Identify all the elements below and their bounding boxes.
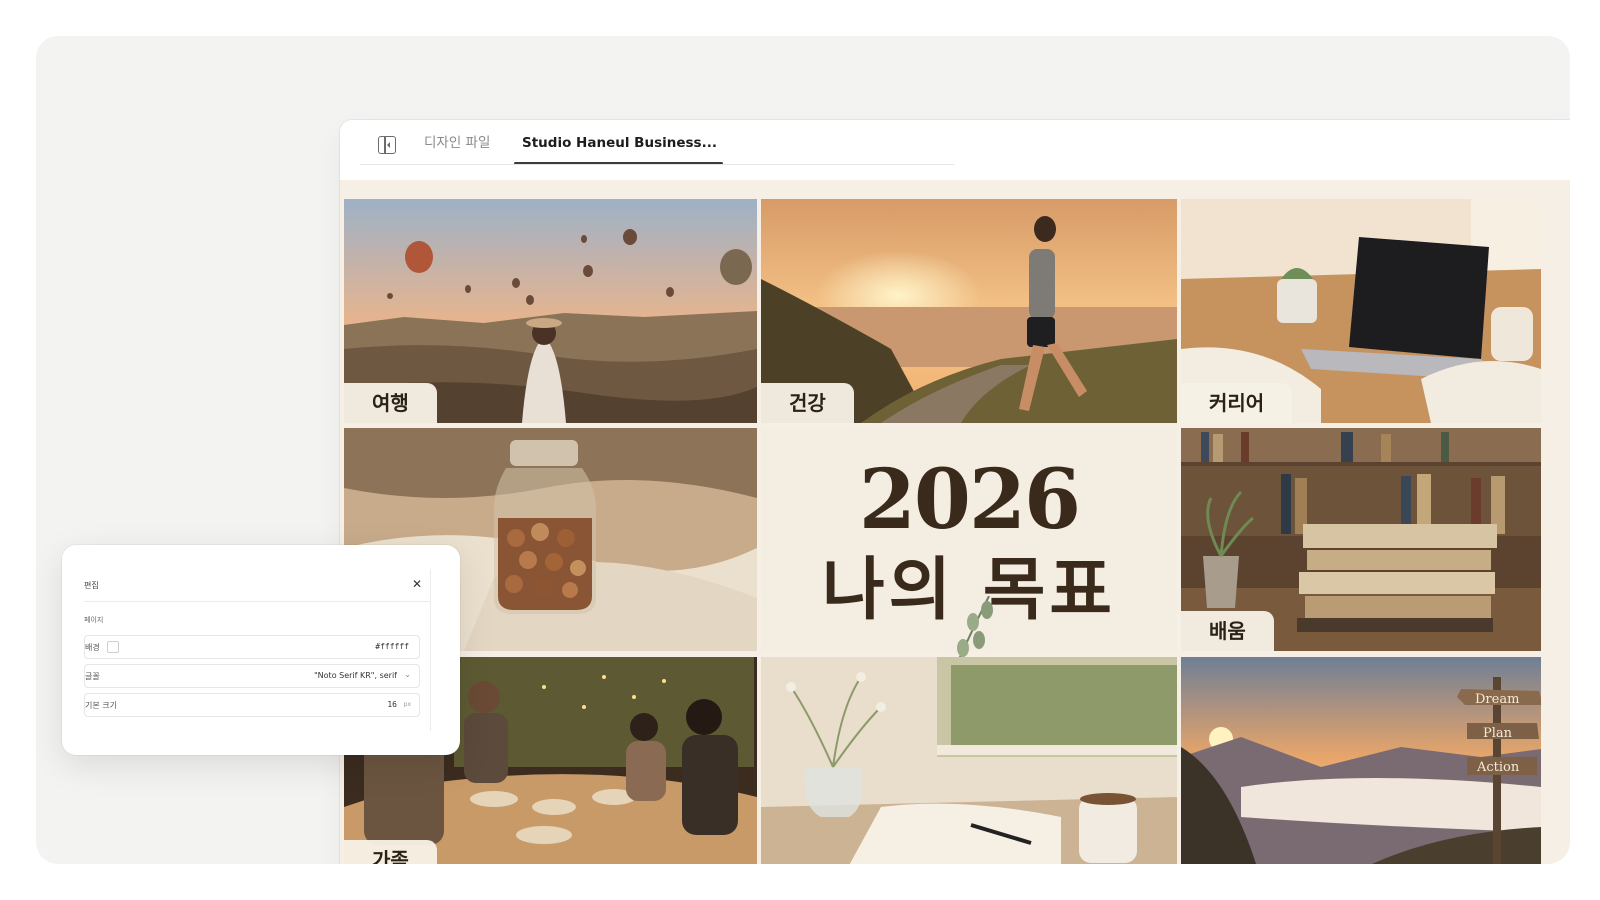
tab-bar-divider (360, 164, 954, 165)
tile-label-family: 가족 (344, 840, 437, 864)
close-icon[interactable]: ✕ (412, 577, 422, 591)
tab-active-document[interactable]: Studio Haneul Business... (522, 134, 717, 152)
tile-vision[interactable]: Dream Plan Action (1181, 657, 1541, 864)
font-label: 글꼴 (85, 672, 100, 681)
tile-label-learning: 배움 (1181, 611, 1274, 651)
base-size-field[interactable]: 기본 크기 16 px (84, 693, 420, 717)
editor-window: 디자인 파일 Studio Haneul Business... 여행 건강 커… (340, 120, 1570, 864)
background-color-field[interactable]: 배경 #ffffff (84, 635, 420, 659)
signpost-plan: Plan (1483, 726, 1513, 741)
font-value[interactable]: "Noto Serif KR", serif (314, 671, 397, 680)
tile-journal[interactable] (761, 657, 1177, 864)
signpost-action: Action (1477, 760, 1520, 775)
tile-label-career: 커리어 (1181, 383, 1293, 423)
tile-label-travel: 여행 (344, 383, 437, 423)
section-label-page: 페이지 (84, 616, 104, 624)
chevron-down-icon[interactable]: ⌄ (404, 670, 411, 679)
vision-board-canvas[interactable]: 여행 건강 커리어 2026 나의 목표 배움 가족 Dream Plan Ac… (340, 180, 1570, 864)
tab-bar: 디자인 파일 Studio Haneul Business... (340, 120, 1570, 180)
tile-label-health: 건강 (761, 383, 854, 423)
journal-coffee-image (761, 657, 1177, 864)
base-size-label: 기본 크기 (85, 701, 117, 710)
board-title-card[interactable]: 2026 나의 목표 (761, 428, 1177, 683)
tile-learning[interactable]: 배움 (1181, 428, 1541, 651)
tile-career[interactable]: 커리어 (1181, 199, 1541, 423)
base-size-value[interactable]: 16 (387, 700, 397, 709)
signpost-dream: Dream (1475, 692, 1520, 707)
panel-header: 편집 ✕ (84, 569, 430, 602)
color-swatch[interactable] (107, 641, 119, 653)
background-label: 배경 (85, 643, 100, 652)
tab-design-file[interactable]: 디자인 파일 (424, 134, 490, 152)
font-family-select[interactable]: 글꼴 "Noto Serif KR", serif ⌄ (84, 664, 420, 688)
page-style-panel: 편집 ✕ 페이지 배경 #ffffff 글꼴 "Noto Serif KR", … (62, 545, 460, 755)
tile-travel[interactable]: 여행 (344, 199, 757, 423)
sidebar-toggle-icon[interactable] (378, 136, 396, 154)
tile-health[interactable]: 건강 (761, 199, 1177, 423)
page-style-panel-body: 편집 ✕ 페이지 배경 #ffffff 글꼴 "Noto Serif KR", … (84, 569, 431, 731)
base-size-unit: px (403, 701, 411, 708)
background-value[interactable]: #ffffff (375, 642, 409, 651)
panel-title: 편집 (84, 581, 99, 590)
